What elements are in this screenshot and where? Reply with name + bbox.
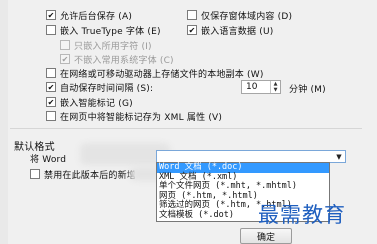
copy-remote-files-label: 在网络或可移动驱动器上存储文件的本地副本 (W) [60,69,264,80]
watermark-text: 最需教育 [258,203,346,227]
dialog-left-edge [0,0,8,244]
autosave-minutes-spinner[interactable]: 10 ▲ ▼ [241,80,281,94]
no-embed-common-fonts-label: 不嵌入常用系统字体 (C) [74,55,174,66]
autosave-checkbox[interactable] [46,82,56,92]
save-word-files-as-label: 将 Word [30,155,67,165]
embed-truetype-checkbox[interactable] [46,25,56,35]
disable-new-features-label: 禁用在此版本后的新增 [44,170,137,181]
section-divider [10,128,362,129]
embed-only-used-chars-checkbox[interactable] [60,40,70,50]
save-form-data-only-label: 仅保存窗体域内容 (D) [201,11,293,22]
embed-language-data-option[interactable]: 嵌入语言数据 (U) [187,24,274,37]
save-smart-tags-xml-label: 在网页中将智能标记存为 XML 属性 (V) [60,112,223,123]
allow-background-save-label: 允许后台保存 (A) [60,11,133,22]
autosave-option[interactable]: 自动保存时间间隔 (S): [46,81,154,94]
embed-only-used-chars-label: 只嵌入所用字符 (I) [74,41,152,52]
save-form-data-only-checkbox[interactable] [187,10,197,20]
allow-background-save-option[interactable]: 允许后台保存 (A) [46,9,133,22]
embed-truetype-option[interactable]: 嵌入 TrueType 字体 (E) [46,24,161,37]
embed-smart-tags-label: 嵌入智能标记 (G) [60,98,133,109]
save-form-data-only-option[interactable]: 仅保存窗体域内容 (D) [187,9,293,22]
ok-button[interactable]: 确定 [240,228,292,244]
no-embed-common-fonts-checkbox[interactable] [60,54,70,64]
copy-remote-files-option[interactable]: 在网络或可移动驱动器上存储文件的本地副本 (W) [46,67,264,80]
spinner-arrows-icon[interactable]: ▲ ▼ [270,81,280,93]
allow-background-save-checkbox[interactable] [46,10,56,20]
autosave-label: 自动保存时间间隔 (S): [60,83,154,94]
disable-new-features-checkbox[interactable] [30,169,40,179]
chevron-down-icon[interactable]: ▼ [333,151,345,162]
save-smart-tags-xml-checkbox[interactable] [46,111,56,121]
save-smart-tags-xml-option[interactable]: 在网页中将智能标记存为 XML 属性 (V) [46,110,223,123]
embed-smart-tags-checkbox[interactable] [46,97,56,107]
embed-language-data-label: 嵌入语言数据 (U) [201,26,274,37]
embed-truetype-label: 嵌入 TrueType 字体 (E) [60,26,161,37]
copy-remote-files-checkbox[interactable] [46,68,56,78]
no-embed-common-fonts-option[interactable]: 不嵌入常用系统字体 (C) [60,53,174,66]
embed-only-used-chars-option[interactable]: 只嵌入所用字符 (I) [60,39,152,52]
default-format-heading: 默认格式 [14,142,55,153]
autosave-unit-label: 分钟 (M) [289,85,326,95]
disable-new-features-option[interactable]: 禁用在此版本后的新增 [30,168,137,181]
embed-language-data-checkbox[interactable] [187,25,197,35]
embed-smart-tags-option[interactable]: 嵌入智能标记 (G) [46,96,133,109]
autosave-minutes-value[interactable]: 10 [242,82,270,92]
